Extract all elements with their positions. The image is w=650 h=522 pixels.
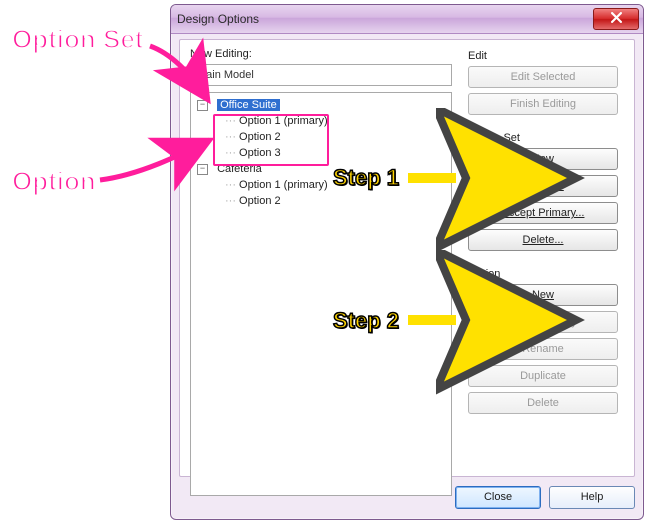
option-delete-button[interactable]: Delete	[468, 392, 618, 414]
tree-option[interactable]: ··· Option 1 (primary)	[193, 113, 449, 129]
options-tree[interactable]: − Office Suite ··· Option 1 (primary) ··…	[190, 92, 452, 496]
tree-option-label: Option 3	[239, 147, 281, 159]
titlebar[interactable]: Design Options	[171, 5, 643, 34]
dialog-button-bar: Close Help	[179, 483, 635, 511]
option-new-button[interactable]: New	[468, 284, 618, 306]
tree-set-label: Cafeteria	[217, 163, 262, 175]
tree-option-label: Option 2	[239, 131, 281, 143]
tree-set-label: Office Suite	[217, 99, 280, 111]
left-column: Now Editing: Main Model − Office Suite ·…	[190, 48, 452, 466]
tree-option-label: Option 2	[239, 195, 281, 207]
design-options-dialog: Design Options Now Editing: Main Model −…	[170, 4, 644, 520]
collapse-icon[interactable]: −	[197, 100, 208, 111]
tree-option-label: Option 1 (primary)	[239, 115, 328, 127]
edit-group-title: Edit	[468, 50, 624, 62]
collapse-icon[interactable]: −	[197, 164, 208, 175]
tree-option[interactable]: ··· Option 3	[193, 145, 449, 161]
edit-selected-button[interactable]: Edit Selected	[468, 66, 618, 88]
dialog-body: Now Editing: Main Model − Office Suite ·…	[179, 39, 635, 477]
option-group-title: Option	[468, 268, 624, 280]
option-set-accept-primary-button[interactable]: Accept Primary...	[468, 202, 618, 224]
annotation-label-option-set: Option Set	[12, 24, 143, 55]
option-make-primary-button[interactable]: Make Primary	[468, 311, 618, 333]
tree-set[interactable]: − Cafeteria	[193, 161, 449, 177]
option-set-group-title: Option Set	[468, 132, 624, 144]
finish-editing-button[interactable]: Finish Editing	[468, 93, 618, 115]
option-rename-button[interactable]: Rename	[468, 338, 618, 360]
close-button[interactable]: Close	[455, 486, 541, 509]
tree-option[interactable]: ··· Option 2	[193, 129, 449, 145]
window-title: Design Options	[177, 12, 259, 26]
option-set-new-button[interactable]: New	[468, 148, 618, 170]
help-button[interactable]: Help	[549, 486, 635, 509]
option-duplicate-button[interactable]: Duplicate	[468, 365, 618, 387]
close-icon	[611, 12, 622, 26]
option-set-rename-button[interactable]: Rename	[468, 175, 618, 197]
right-column: Edit Edit Selected Finish Editing Option…	[468, 48, 624, 466]
now-editing-field[interactable]: Main Model	[190, 64, 452, 86]
tree-set[interactable]: − Office Suite	[193, 97, 449, 113]
tree-option-label: Option 1 (primary)	[239, 179, 328, 191]
tree-option[interactable]: ··· Option 1 (primary)	[193, 177, 449, 193]
now-editing-label: Now Editing:	[190, 48, 452, 60]
tree-option[interactable]: ··· Option 2	[193, 193, 449, 209]
window-close-button[interactable]	[593, 8, 639, 30]
annotation-label-option: Option	[12, 166, 96, 197]
option-set-delete-button[interactable]: Delete...	[468, 229, 618, 251]
